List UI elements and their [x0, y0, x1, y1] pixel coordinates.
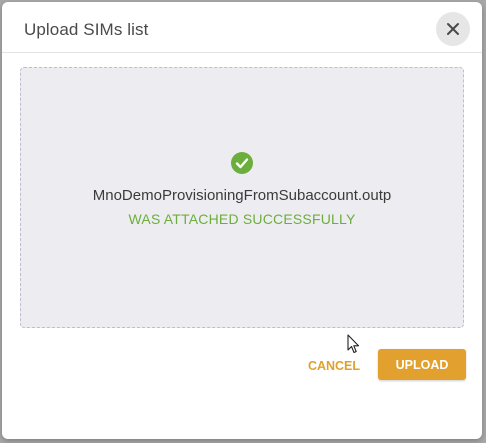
mouse-cursor-icon: [347, 334, 360, 354]
attach-status-text: WAS ATTACHED SUCCESSFULLY: [128, 211, 356, 227]
file-dropzone[interactable]: MnoDemoProvisioningFromSubaccount.outp W…: [20, 67, 464, 328]
close-icon: [447, 23, 459, 35]
dialog-title: Upload SIMs list: [24, 20, 149, 39]
upload-sims-dialog: Upload SIMs list MnoDemoProvisioningFrom…: [2, 2, 482, 439]
attached-file-name: MnoDemoProvisioningFromSubaccount.outp: [92, 187, 392, 204]
dialog-header: Upload SIMs list: [2, 2, 482, 53]
check-circle-icon: [231, 152, 253, 174]
cancel-button[interactable]: CANCEL: [300, 351, 368, 381]
close-button[interactable]: [436, 12, 470, 46]
upload-button[interactable]: UPLOAD: [378, 349, 466, 380]
